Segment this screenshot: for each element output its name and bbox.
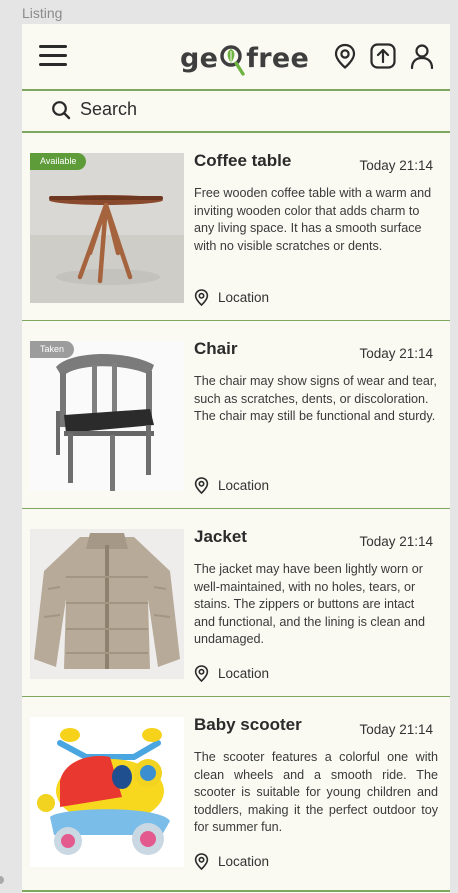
logo-text-right: free — [246, 42, 310, 74]
location-label: Location — [218, 477, 270, 493]
logo-text-left: ge — [180, 42, 219, 74]
listing-time: Today 21:14 — [359, 346, 433, 361]
location-label: Location — [218, 853, 270, 869]
listing-location[interactable]: Location — [194, 476, 269, 494]
listing-description: The jacket may have been lightly worn or… — [194, 562, 426, 647]
location-pin-icon — [194, 476, 209, 494]
listing-screen: ge free Search Available Coffee table To… — [22, 24, 450, 893]
canvas-edge-handle — [0, 876, 4, 884]
location-label: Location — [218, 289, 270, 305]
listing-description: Free wooden coffee table with a warm and… — [194, 186, 432, 253]
listing-time: Today 21:14 — [359, 534, 433, 549]
list-bottom-divider — [22, 890, 450, 892]
listing-card[interactable]: Taken Chair Today 21:14 The chair may sh… — [22, 321, 450, 509]
listing-location[interactable]: Location — [194, 664, 269, 682]
menu-icon[interactable] — [39, 43, 67, 69]
baby-scooter-image — [30, 717, 184, 867]
location-pin-icon — [194, 852, 209, 870]
listing-location[interactable]: Location — [194, 288, 269, 306]
listing-time: Today 21:14 — [359, 722, 433, 737]
map-pin-leaf-logo-icon — [219, 43, 245, 77]
listing-card[interactable]: Jacket Today 21:14 The jacket may have b… — [22, 509, 450, 697]
listing-time: Today 21:14 — [359, 158, 433, 173]
location-pin-icon — [194, 664, 209, 682]
user-icon[interactable] — [408, 42, 436, 70]
location-label: Location — [218, 665, 270, 681]
jacket-image — [30, 529, 184, 679]
app-header: ge free — [22, 24, 450, 90]
location-pin-icon — [194, 288, 209, 306]
listing-description: The chair may show signs of wear and tea… — [194, 374, 437, 424]
listing-card[interactable]: Baby scooter Today 21:14 The scooter fea… — [22, 697, 450, 885]
listing-location[interactable]: Location — [194, 852, 269, 870]
canvas-frame-label: Listing — [22, 5, 63, 21]
location-pin-icon[interactable] — [331, 42, 359, 70]
search-input[interactable]: Search — [80, 99, 137, 120]
upload-icon[interactable] — [369, 42, 397, 70]
status-badge: Taken — [30, 341, 75, 358]
listing-title: Chair — [194, 339, 238, 358]
search-bar[interactable]: Search — [22, 90, 450, 132]
chair-image — [30, 341, 184, 491]
listing-title: Jacket — [194, 527, 247, 546]
coffee-table-image — [30, 153, 184, 303]
listing-card[interactable]: Available Coffee table Today 21:14 Free … — [22, 133, 450, 321]
app-logo[interactable]: ge free — [180, 38, 309, 78]
listing-description: The scooter features a colorful one with… — [194, 750, 438, 835]
listing-title: Coffee table — [194, 151, 292, 170]
status-badge: Available — [30, 153, 87, 170]
listing-title: Baby scooter — [194, 715, 302, 734]
search-icon — [52, 101, 71, 120]
